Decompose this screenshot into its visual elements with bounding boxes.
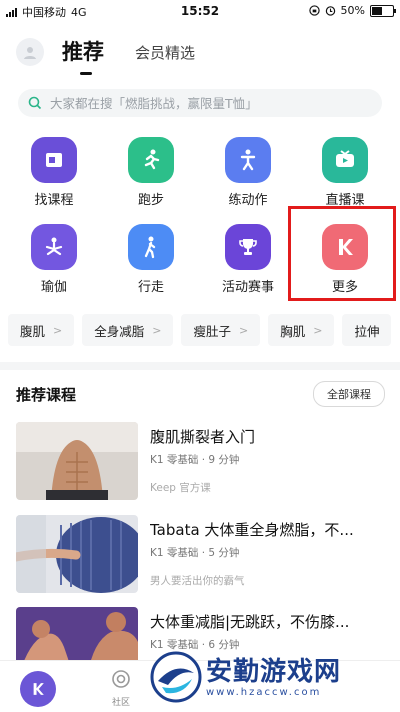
nav-community-button[interactable]: 社区 [110,669,132,708]
course-title: 腹肌撕裂者入门 [150,428,256,446]
chip-label: 胸肌 [280,323,306,339]
section-title: 推荐课程 [16,386,77,404]
chip[interactable]: 胸肌 > [268,314,335,346]
course-meta: K1 零基础 · 9 分钟 [150,454,240,466]
battery-percent: 50% [340,4,365,17]
watermark: 安勤游戏网 www.hzaccw.com [150,648,390,706]
grid-label: 行走 [137,280,164,295]
section-divider [0,362,400,370]
tv-icon [322,137,368,183]
keep-logo-icon [33,683,44,695]
avatar[interactable] [16,38,44,66]
active-tab-indicator [80,72,92,75]
watermark-url: www.hzaccw.com [206,686,322,698]
course-item[interactable]: 腹肌撕裂者入门 K1 零基础 · 9 分钟 Keep 官方课 [16,422,386,500]
chevron-right-icon: > [152,323,162,337]
course-icon [31,137,77,183]
alarm-icon [325,6,335,16]
course-title: 大体重减脂|无跳跃，不伤膝... [150,613,350,631]
tab-recommend[interactable]: 推荐 [62,36,104,66]
watermark-name: 安勤游戏网 [206,656,342,687]
lock-rotation-icon [308,5,320,16]
grid-label: 跑步 [137,193,164,208]
walking-icon [128,224,174,270]
chip-label: 全身减脂 [94,323,145,339]
search-icon [28,96,42,110]
exercise-icon [225,137,271,183]
grid-item-running[interactable]: 跑步 [111,137,191,208]
battery-icon [370,4,396,17]
trophy-icon [225,224,271,270]
community-icon [112,670,130,688]
grid-label: 练动作 [228,193,268,208]
course-source: 男人要活出你的霸气 [150,575,245,587]
course-title: Tabata 大体重全身燃脂，不... [150,521,354,539]
chip-label: 拉伸 [354,323,380,339]
grid-label: 活动赛事 [221,280,274,295]
course-thumbnail [16,422,138,500]
chip[interactable]: 全身减脂 > [82,314,174,346]
running-icon [128,137,174,183]
watermark-logo-icon [150,651,202,703]
grid-item-walking[interactable]: 行走 [111,224,191,295]
course-thumbnail [16,515,138,593]
top-header: 推荐 会员精选 [0,30,400,80]
tab-member-selection[interactable]: 会员精选 [135,42,195,63]
search-bar[interactable] [18,89,382,117]
search-input[interactable] [48,94,352,112]
grid-item-events[interactable]: 活动赛事 [208,224,288,295]
chip-label: 瘦肚子 [193,323,231,339]
user-icon [24,47,36,59]
grid-label: 瑜伽 [40,280,67,295]
course-meta: K1 零基础 · 5 分钟 [150,547,240,559]
chip[interactable]: 腹肌 > [8,314,75,346]
all-courses-button[interactable]: 全部课程 [313,381,385,407]
nav-home-button[interactable] [20,671,56,707]
chip-label: 腹肌 [20,323,46,339]
nav-community-label: 社区 [111,698,130,708]
chevron-right-icon: > [53,323,63,337]
yoga-icon [31,224,77,270]
chevron-right-icon: > [313,323,323,337]
status-right: 50% [308,4,396,17]
chevron-right-icon: > [238,323,249,337]
grid-label: 找课程 [34,193,74,208]
grid-item-exercise[interactable]: 练动作 [208,137,288,208]
highlight-annotation [288,206,396,301]
course-source: Keep 官方课 [150,482,211,494]
category-chips: 腹肌 > 全身减脂 > 瘦肚子 > 胸肌 > 拉伸 [0,314,400,352]
course-item[interactable]: Tabata 大体重全身燃脂，不... K1 零基础 · 5 分钟 男人要活出你… [16,515,386,593]
chip[interactable]: 拉伸 [342,314,392,346]
status-bar: 中国移动 4G 15:52 50% [0,0,400,22]
grid-item-live-class[interactable]: 直播课 [305,137,385,208]
grid-item-yoga[interactable]: 瑜伽 [14,224,94,295]
chip[interactable]: 瘦肚子 > [181,314,261,346]
grid-item-find-course[interactable]: 找课程 [14,137,94,208]
